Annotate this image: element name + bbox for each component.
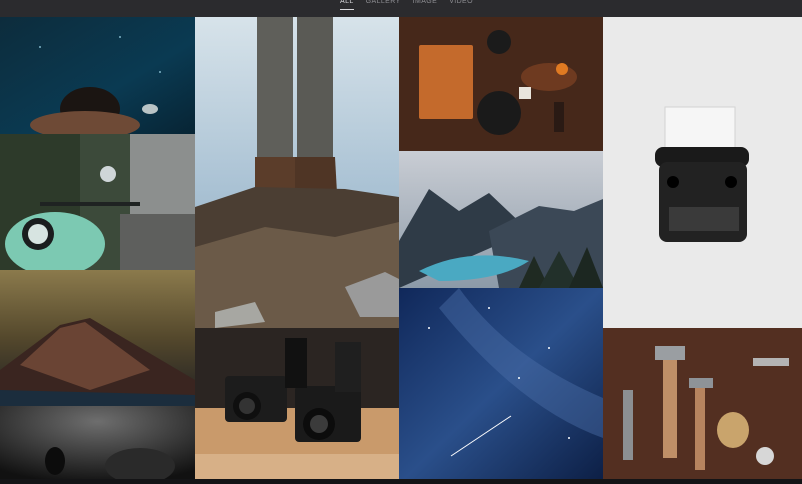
gallery-tile-notebook-and-spices-on-wood[interactable] (399, 17, 603, 151)
gallery-tile-mint-scooter[interactable] (0, 134, 195, 270)
filter-tab-video[interactable]: VIDEO (449, 0, 473, 10)
gallery-tile-tools-on-wooden-table[interactable] (603, 328, 802, 484)
scuba-diver-image (0, 406, 195, 484)
gallery-tile-mountain-peak[interactable] (0, 270, 195, 406)
starry-sky-image (399, 288, 603, 484)
gallery-tile-scuba-diver[interactable] (0, 406, 195, 484)
mountain-peak-image (0, 270, 195, 406)
notebook-spices-image (399, 17, 603, 151)
vintage-cameras-image (195, 328, 399, 484)
gallery-tile-vintage-typewriter[interactable] (603, 17, 802, 328)
filter-tab-image[interactable]: IMAGE (413, 0, 438, 10)
gallery-tile-hiker-boots-on-rocks[interactable] (195, 17, 399, 328)
underwater-swimmer-image (0, 17, 195, 134)
gallery-tile-mountain-lake-valley[interactable] (399, 151, 603, 288)
filter-tab-gallery[interactable]: GALLERY (366, 0, 401, 10)
gallery-grid (0, 17, 802, 484)
gallery-tile-underwater-swimmer[interactable] (0, 17, 195, 134)
bottom-bar (0, 479, 802, 484)
filter-tabs: ALL GALLERY IMAGE VIDEO (340, 0, 473, 10)
mint-scooter-image (0, 134, 195, 270)
hiker-boots-image (195, 17, 399, 328)
gallery-filter-bar: ALL GALLERY IMAGE VIDEO (0, 0, 802, 17)
typewriter-image (603, 17, 802, 328)
gallery-tile-vintage-cameras-on-shelf[interactable] (195, 328, 399, 484)
tools-image (603, 328, 802, 484)
mountain-lake-image (399, 151, 603, 288)
gallery-tile-starry-night-sky[interactable] (399, 288, 603, 484)
filter-tab-all[interactable]: ALL (340, 0, 354, 10)
